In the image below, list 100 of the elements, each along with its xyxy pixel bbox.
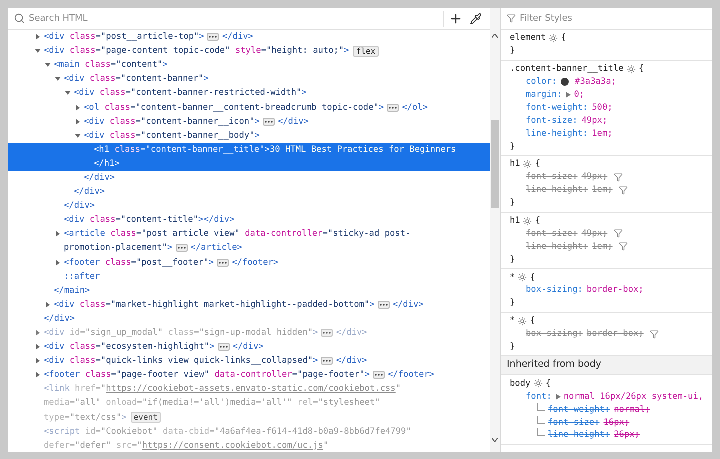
property-value[interactable]: border-box; [586,329,644,340]
property-value[interactable]: normal 16px/26px system-ui, [564,392,704,402]
markup-toggle[interactable]: event [130,412,161,424]
caret-icon[interactable] [55,76,61,82]
caret-icon[interactable] [75,104,81,111]
markup-link[interactable]: https://consent.cookiebot.com/uc.js [142,440,324,451]
property-value[interactable]: normal; [614,404,650,415]
markup-node-row[interactable]: <div class="content-banner-restricted-width"> [8,86,490,100]
scroll-down-icon[interactable] [492,438,498,442]
gear-icon[interactable] [523,216,532,226]
markup-node-row[interactable]: ::after [8,270,490,284]
expand-ellipsis-button[interactable] [207,33,220,42]
property-value[interactable]: 26px; [614,430,640,440]
property-name[interactable]: line-height: [526,242,588,252]
expand-ellipsis-button[interactable] [321,357,334,366]
caret-icon[interactable] [45,302,51,308]
markup-node-row[interactable]: <div class="content-banner__icon"> </div> [8,114,490,129]
property-name[interactable]: font-size: [548,418,600,428]
filter-icon[interactable] [618,186,628,195]
property-name[interactable]: color: [526,77,558,88]
caret-icon[interactable] [35,344,41,350]
caret-icon[interactable] [35,358,41,364]
markup-node-row[interactable]: <div class="page-content topic-code" style="height: auto;"> flex [8,44,490,58]
property-name[interactable]: line-height: [526,185,588,196]
property-name[interactable]: font: [526,392,552,402]
property-name[interactable]: box-sizing: [526,285,583,296]
markup-toggle[interactable]: flex [353,46,379,57]
property-value[interactable]: 49px; [582,172,608,182]
caret-icon[interactable] [556,394,561,400]
markup-node-row[interactable]: <ol class="content-banner__content-breadcrumb topic-code"> </ol> [8,100,490,115]
caret-icon[interactable] [35,330,41,336]
markup-node-row[interactable]: <div class="content-title"></div> [8,213,490,228]
gear-icon[interactable] [534,379,543,388]
gear-icon[interactable] [523,160,532,169]
property-name[interactable]: margin: [526,90,562,100]
filter-field[interactable]: Filter Styles [520,10,706,26]
property-value[interactable]: 49px; [582,116,608,126]
caret-icon[interactable] [55,260,61,266]
property-name[interactable]: font-weight: [548,404,610,415]
markup-node-row[interactable]: <div id="sign_up_modal" class="sign-up-modal hidden"> </div> [8,326,490,340]
expand-ellipsis-button[interactable] [373,371,385,380]
gear-icon[interactable] [549,34,558,43]
expand-ellipsis-button[interactable] [387,104,400,112]
property-value[interactable]: 49px; [582,228,608,239]
expand-ellipsis-button[interactable] [262,118,275,126]
expand-ellipsis-button[interactable] [321,329,334,338]
property-value[interactable]: 1em; [592,185,613,196]
caret-icon[interactable] [566,92,572,98]
property-value[interactable]: 1em; [592,242,613,252]
gear-icon[interactable] [518,273,528,282]
caret-icon[interactable] [35,372,41,378]
markup-node-row[interactable]: <link href="https://cookiebot-assets.envato-static.com/cookiebot.css" media="all" onload="if(media!='all')media='all'" rel="stylesheet" type="text/css"> event [8,382,490,425]
property-value[interactable]: 0; [574,90,585,100]
expand-ellipsis-button[interactable] [217,258,230,267]
property-name[interactable]: font-size: [526,228,578,239]
markup-node-row[interactable]: <div class="post__article-top"> </div> [8,30,490,44]
filter-icon[interactable] [618,242,628,252]
markup-node-row[interactable]: <footer class="post__footer"> </footer> [8,256,490,270]
property-value[interactable]: 16px; [604,418,630,428]
caret-icon[interactable] [45,62,51,68]
gear-icon[interactable] [518,316,528,326]
caret-icon[interactable] [75,118,81,125]
search-field[interactable]: Search HTML [29,10,439,26]
caret-icon[interactable] [65,90,71,96]
markup-node-row[interactable]: <main class="content"> [8,58,490,72]
property-value[interactable]: 500; [592,102,613,113]
markup-node-row[interactable]: <div class="quick-links view quick-links__collapsed"> </div> [8,354,490,368]
eyedropper-button[interactable] [468,10,484,26]
filter-icon[interactable] [614,229,623,238]
markup-node-row[interactable]: <div class="content-banner__body"> [8,128,490,143]
property-name[interactable]: line-height: [548,430,610,440]
markup-node-row[interactable]: <div class="content-banner"> [8,72,490,86]
markup-link[interactable]: https://cookiebot-assets.envato-static.com/cookiebot.css [106,384,396,394]
filter-icon[interactable] [650,330,659,339]
markup-node-row[interactable]: <h1 class="content-banner__title">30 HTML Best Practices for Beginners </h1> [8,142,490,171]
filter-icon[interactable] [614,172,623,182]
expand-ellipsis-button[interactable] [378,300,390,309]
caret-icon[interactable] [35,48,41,54]
property-name[interactable]: font-size: [526,172,578,182]
markup-node-row[interactable]: <article class="post article view" data-controller="sticky-ad post- promotion-placement"> </article> [8,227,490,256]
markup-node-row[interactable]: <script id="Cookiebot" data-cbid="4a6af4ea-f614-41d8-b0a9-8bb6d7fe4799" defer="defer" src="https://consent.cookiebot.com/uc.js" [8,424,490,452]
caret-icon[interactable] [75,132,81,139]
expand-ellipsis-button[interactable] [176,244,188,252]
property-value[interactable]: 1em; [592,128,613,139]
property-name[interactable]: font-size: [526,116,578,126]
caret-icon[interactable] [55,231,61,238]
scrollbar-thumb[interactable] [491,120,499,208]
property-value[interactable]: border-box; [586,285,644,296]
color-swatch[interactable] [561,78,570,86]
property-name[interactable]: box-sizing: [526,329,583,340]
gear-icon[interactable] [626,64,636,74]
markup-node-row[interactable]: <div class="market-highlight market-highlight--padded-bottom"> </div> [8,298,490,312]
scroll-up-icon[interactable] [492,34,498,38]
scrollbar[interactable] [490,8,500,452]
property-value[interactable]: #3a3a3a; [575,77,616,88]
markup-node-row[interactable]: <footer class="page-footer view" data-controller="page-footer"> </footer> [8,368,490,382]
markup-node-row[interactable]: <div class="ecosystem-highlight"> </div> [8,340,490,354]
caret-icon[interactable] [35,34,41,40]
expand-ellipsis-button[interactable] [218,343,230,352]
property-name[interactable]: font-weight: [526,102,588,113]
